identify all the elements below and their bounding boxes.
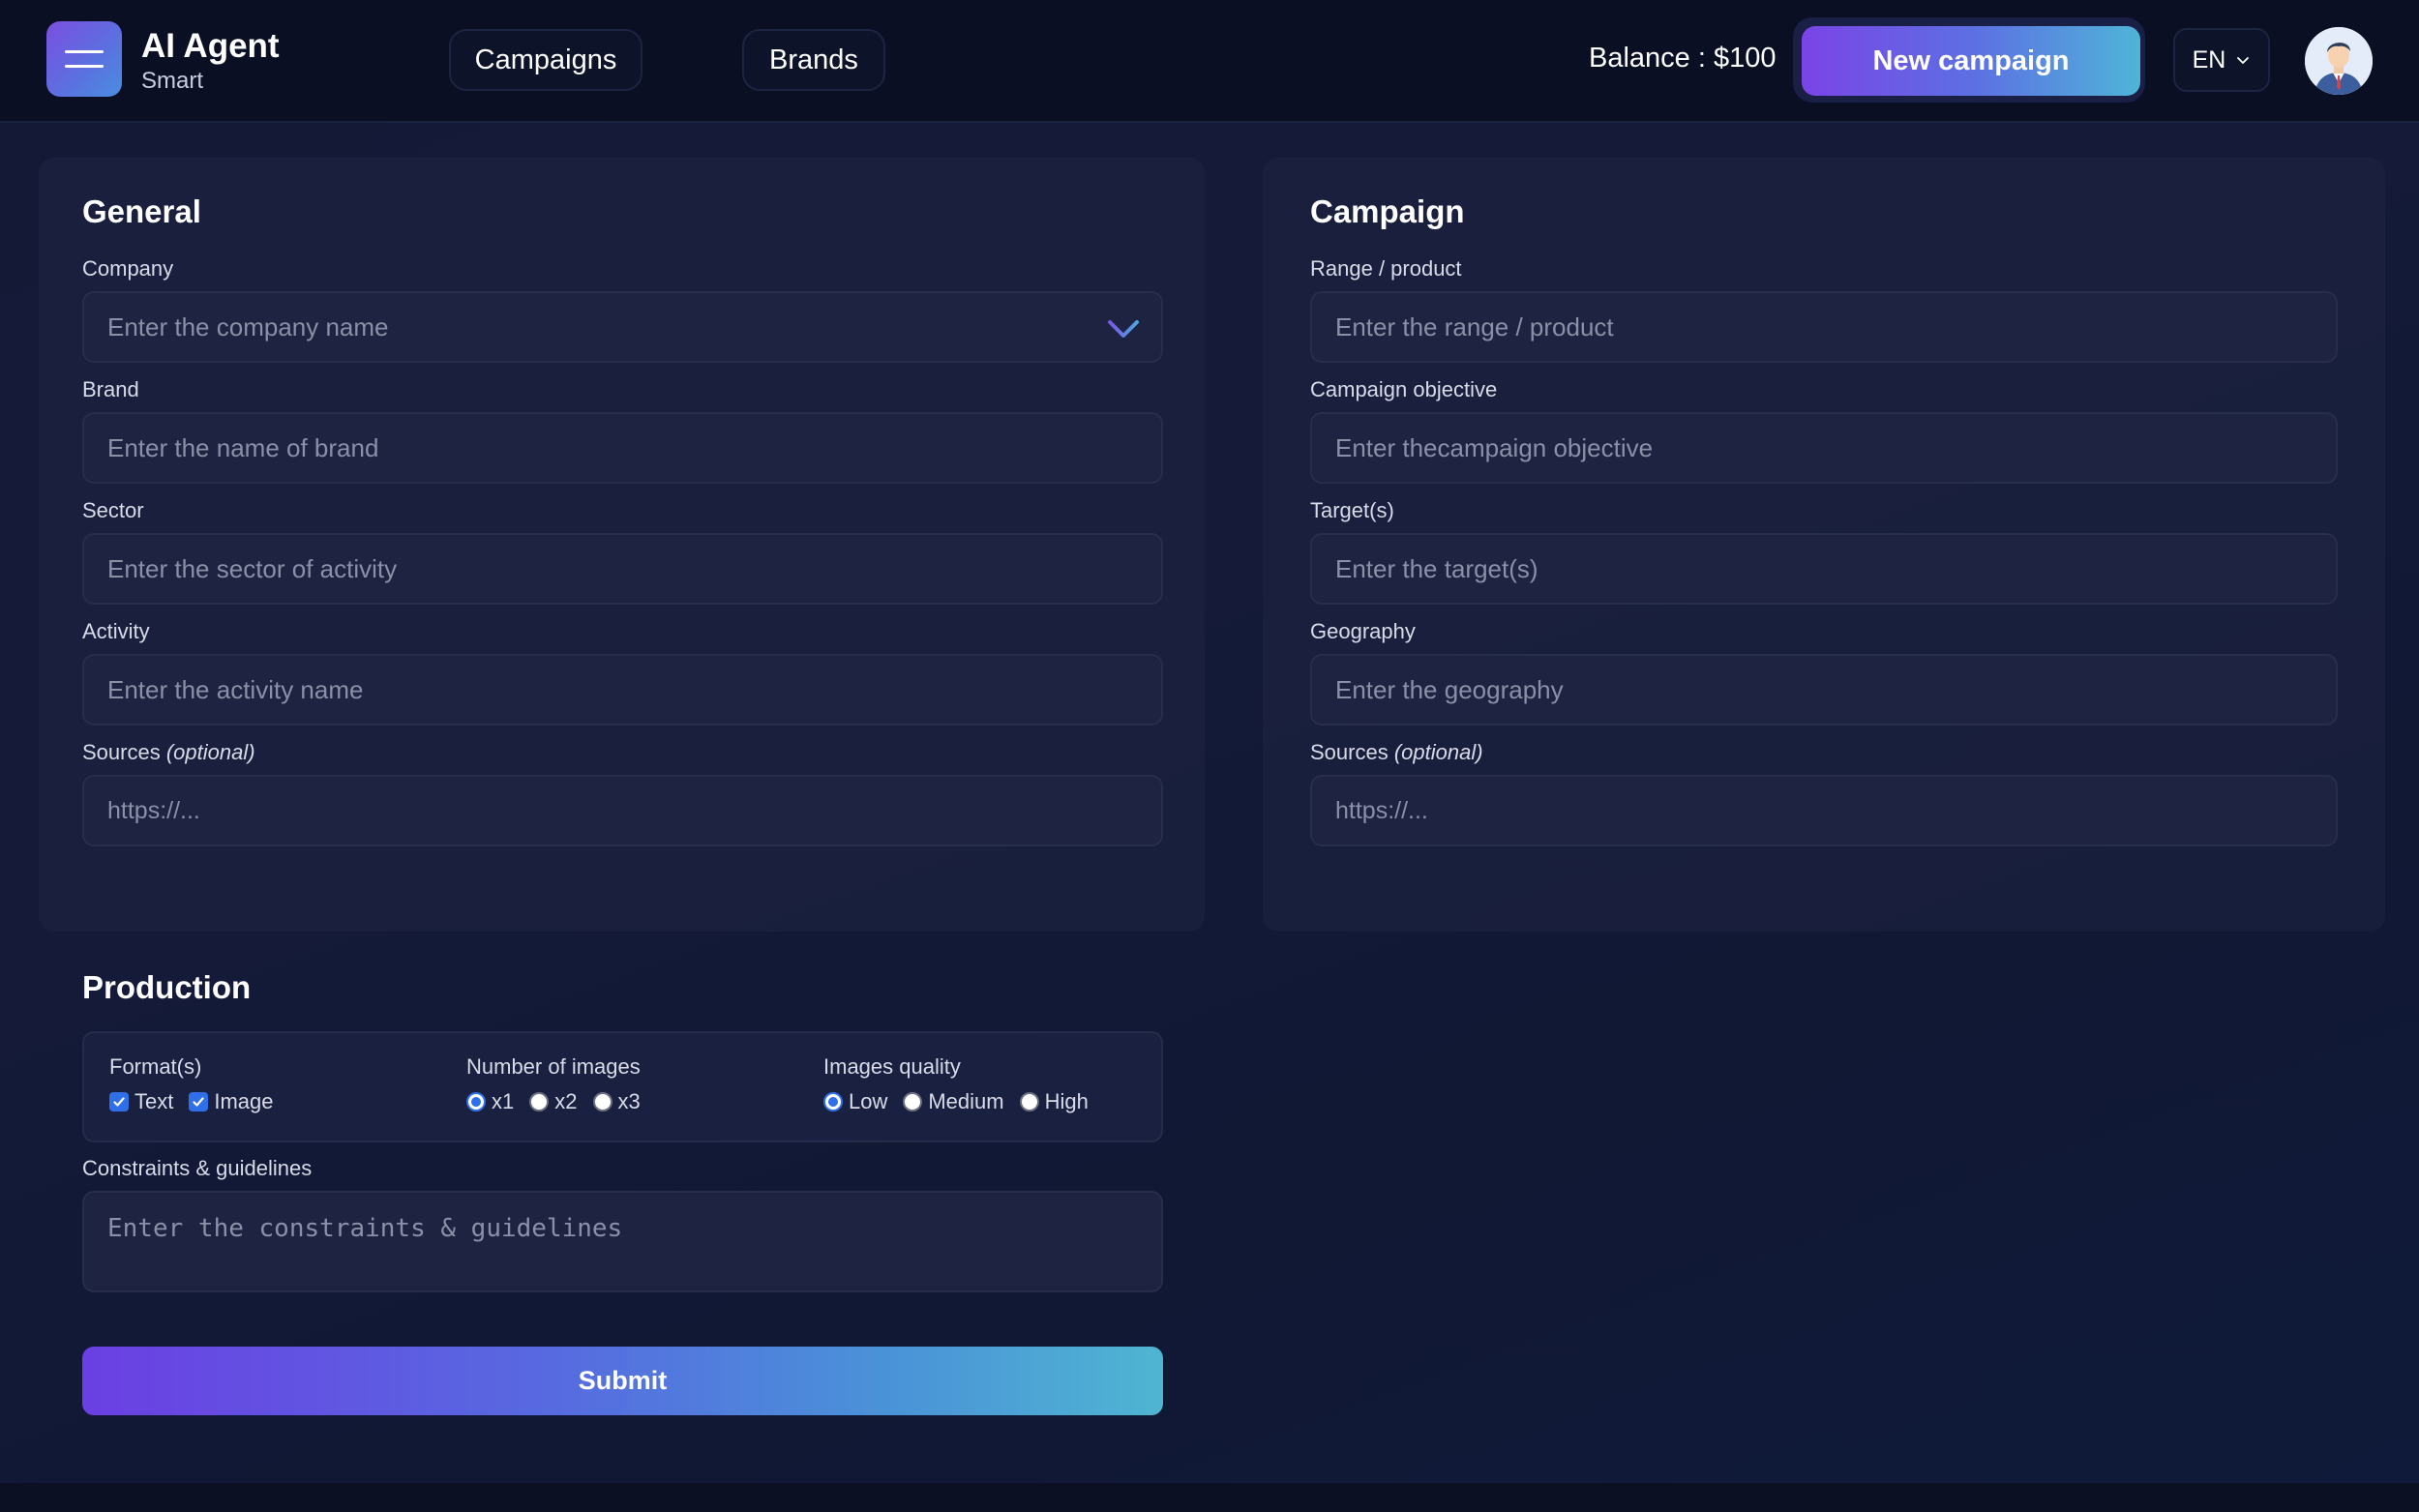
language-selector[interactable]: EN <box>2173 28 2270 92</box>
top-bar: AI Agent Smart Campaigns Brands Balance … <box>0 0 2419 123</box>
quality-high-radio[interactable]: High <box>1019 1089 1089 1114</box>
general-sources-optional: (optional) <box>165 740 255 764</box>
range-placeholder: Enter the range / product <box>1335 311 1614 341</box>
activity-placeholder: Enter the activity name <box>107 674 364 704</box>
balance-value: $100 <box>1713 43 1777 74</box>
targets-placeholder: Enter the target(s) <box>1335 553 1538 583</box>
format-image-label: Image <box>214 1089 274 1113</box>
number-of-images-label: Number of images <box>466 1054 641 1079</box>
radio-icon <box>529 1092 550 1112</box>
format-text-label: Text <box>134 1089 174 1113</box>
campaign-sources-placeholder: https://... <box>1335 796 1428 824</box>
nav-campaigns-button[interactable]: Campaigns <box>449 29 642 91</box>
general-sources-label-text: Sources <box>82 740 161 764</box>
radio-icon <box>592 1092 612 1112</box>
avatar-icon <box>2305 27 2373 95</box>
range-label: Range / product <box>1310 256 1462 281</box>
images-x1-label: x1 <box>492 1089 515 1113</box>
quality-medium-radio[interactable]: Medium <box>903 1089 1004 1114</box>
menu-button[interactable] <box>46 21 122 97</box>
menu-icon <box>65 50 104 68</box>
app-subtitle: Smart <box>141 68 204 94</box>
range-input[interactable]: Enter the range / product <box>1310 291 2338 363</box>
number-of-images-group: Number of images x1 x2 x3 <box>466 1054 641 1114</box>
nav-brands-button[interactable]: Brands <box>742 29 885 91</box>
sector-input[interactable]: Enter the sector of activity <box>82 533 1163 605</box>
campaign-section-title: Campaign <box>1310 193 1465 229</box>
balance-display: Balance : $100 <box>1589 43 1777 74</box>
brand-label: Brand <box>82 377 139 401</box>
checkbox-checked-icon <box>189 1092 209 1112</box>
brand-input[interactable]: Enter the name of brand <box>82 412 1163 484</box>
images-x1-radio[interactable]: x1 <box>466 1089 514 1114</box>
formats-label: Format(s) <box>109 1054 202 1079</box>
radio-selected-icon <box>466 1092 486 1112</box>
images-x2-label: x2 <box>554 1089 578 1113</box>
general-section-title: General <box>82 193 201 229</box>
activity-label: Activity <box>82 619 150 643</box>
app-title: AI Agent <box>141 27 280 65</box>
checkbox-checked-icon <box>109 1092 129 1112</box>
submit-button[interactable]: Submit <box>82 1347 1163 1415</box>
chevron-down-icon <box>2237 57 2250 64</box>
format-image-checkbox[interactable]: Image <box>189 1089 274 1114</box>
geography-placeholder: Enter the geography <box>1335 674 1564 704</box>
company-select[interactable]: Enter the company name <box>82 291 1163 363</box>
quality-high-label: High <box>1044 1089 1089 1113</box>
language-label: EN <box>2192 45 2226 74</box>
images-quality-label: Images quality <box>823 1054 961 1079</box>
app-root: AI Agent Smart Campaigns Brands Balance … <box>0 0 2419 1512</box>
images-x2-radio[interactable]: x2 <box>529 1089 578 1114</box>
targets-label: Target(s) <box>1310 498 1394 522</box>
objective-placeholder: Enter thecampaign objective <box>1335 432 1654 462</box>
images-x3-label: x3 <box>617 1089 641 1113</box>
constraints-label: Constraints & guidelines <box>82 1156 313 1180</box>
geography-input[interactable]: Enter the geography <box>1310 654 2338 726</box>
user-avatar[interactable] <box>2305 27 2373 95</box>
campaign-sources-label: Sources (optional) <box>1310 740 1483 765</box>
bottom-strip <box>0 1483 2419 1512</box>
constraints-textarea[interactable]: Enter the constraints & guidelines <box>82 1191 1163 1292</box>
radio-selected-icon <box>823 1092 843 1112</box>
company-placeholder: Enter the company name <box>107 311 389 341</box>
radio-icon <box>1019 1092 1039 1112</box>
general-sources-label: Sources (optional) <box>82 740 255 765</box>
quality-low-label: Low <box>849 1089 888 1113</box>
sector-label: Sector <box>82 498 144 522</box>
new-campaign-button[interactable]: New campaign <box>1802 26 2140 96</box>
objective-input[interactable]: Enter thecampaign objective <box>1310 412 2338 484</box>
formats-group: Format(s) Text Image <box>109 1054 274 1114</box>
quality-low-radio[interactable]: Low <box>823 1089 887 1114</box>
objective-label: Campaign objective <box>1310 377 1498 401</box>
brand-placeholder: Enter the name of brand <box>107 432 379 462</box>
activity-input[interactable]: Enter the activity name <box>82 654 1163 726</box>
campaign-sources-input[interactable]: https://... <box>1310 775 2338 846</box>
production-options-box: Format(s) Text Image Number of images x1… <box>82 1031 1163 1142</box>
production-section-title: Production <box>82 969 252 1005</box>
images-quality-group: Images quality Low Medium High <box>823 1054 1089 1114</box>
constraints-placeholder: Enter the constraints & guidelines <box>107 1214 623 1243</box>
quality-medium-label: Medium <box>928 1089 1004 1113</box>
campaign-sources-label-text: Sources <box>1310 740 1389 764</box>
chevron-down-icon <box>1108 320 1139 338</box>
general-sources-placeholder: https://... <box>107 796 200 824</box>
targets-input[interactable]: Enter the target(s) <box>1310 533 2338 605</box>
format-text-checkbox[interactable]: Text <box>109 1089 173 1114</box>
images-x3-radio[interactable]: x3 <box>592 1089 641 1114</box>
sector-placeholder: Enter the sector of activity <box>107 553 398 583</box>
campaign-sources-optional: (optional) <box>1393 740 1483 764</box>
geography-label: Geography <box>1310 619 1416 643</box>
radio-icon <box>903 1092 923 1112</box>
company-label: Company <box>82 256 174 281</box>
general-sources-input[interactable]: https://... <box>82 775 1163 846</box>
balance-label: Balance : <box>1589 43 1714 74</box>
